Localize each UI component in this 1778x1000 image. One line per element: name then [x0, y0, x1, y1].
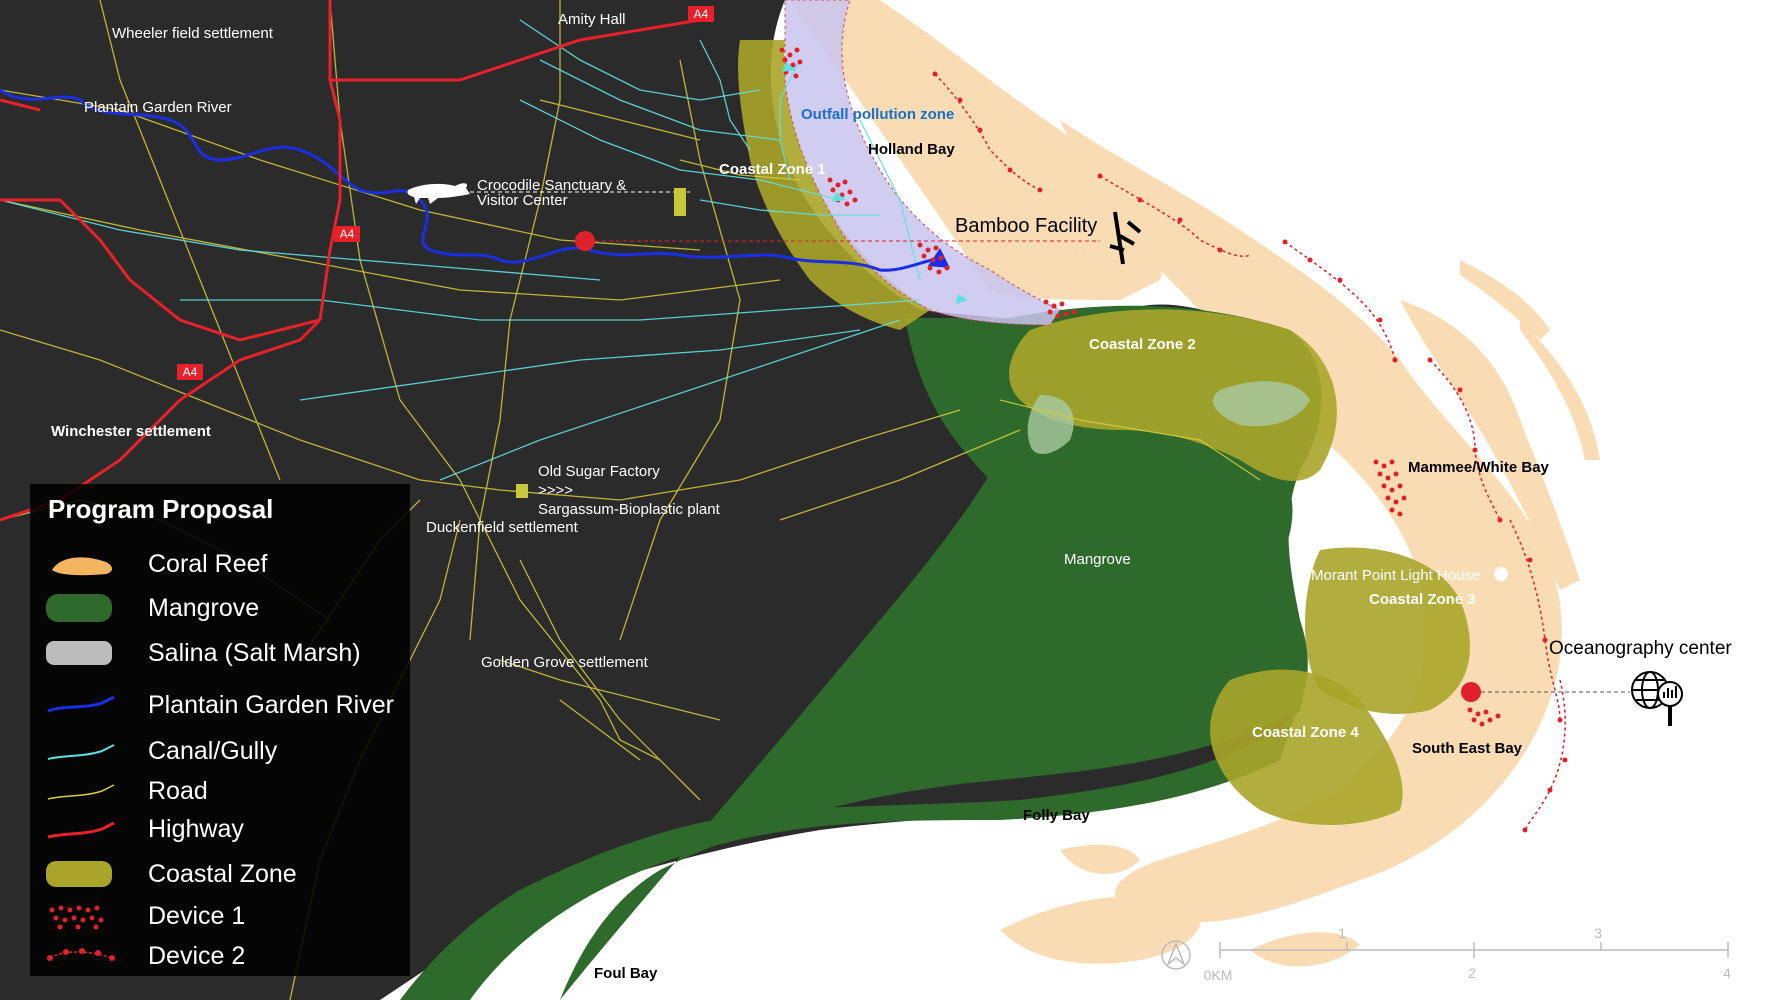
legend-item-canal: Canal/Gully — [30, 731, 410, 771]
legend-label: Mangrove — [148, 594, 260, 622]
legend-item-device2: Device 2 — [30, 936, 410, 976]
map-label: Oceanography center — [1549, 638, 1732, 659]
sugar-factory-marker — [516, 484, 528, 498]
river-line — [47, 695, 115, 713]
map-label: South East Bay — [1412, 740, 1523, 757]
map-label: Coastal Zone 1 — [719, 161, 826, 178]
map-label: Visitor Center — [477, 192, 568, 209]
scale-label: 2 — [1468, 965, 1476, 981]
map-label: Plantain Garden River — [84, 99, 232, 116]
map-label: Wheeler field settlement — [112, 25, 274, 42]
highway-badge: A4 — [177, 364, 203, 380]
scale-label: 1 — [1338, 925, 1346, 941]
legend-item-coral-reef: Coral Reef — [30, 544, 410, 584]
map-label: Bamboo Facility — [955, 215, 1097, 237]
map-label: Folly Bay — [1023, 807, 1090, 824]
legend-label: Device 2 — [148, 942, 246, 970]
highway-label: A4 — [694, 7, 709, 21]
legend-item-river: Plantain Garden River — [30, 685, 410, 725]
map-label: Coastal Zone 2 — [1089, 336, 1196, 353]
device2-chain — [47, 948, 115, 961]
canal-line — [47, 744, 115, 760]
map-label: Morant Point Light House — [1311, 567, 1480, 584]
device1-dots — [49, 905, 104, 930]
bamboo-source-marker — [575, 231, 595, 251]
legend-item-coastal-zone: Coastal Zone — [30, 854, 410, 894]
highway-label: A4 — [340, 227, 355, 241]
legend-label: Plantain Garden River — [148, 691, 394, 719]
map-label: Mangrove — [1064, 551, 1131, 568]
lighthouse-marker — [1494, 567, 1508, 581]
map-label: Coastal Zone 4 — [1252, 724, 1359, 741]
highway-line — [47, 821, 115, 839]
map-label: Outfall pollution zone — [801, 106, 954, 123]
legend-label: Road — [148, 777, 208, 805]
crocodile-sanctuary-marker — [674, 188, 686, 216]
legend-item-device1: Device 1 — [30, 896, 410, 936]
mangrove-swatch — [46, 594, 112, 622]
coral-reef-swatch — [52, 557, 112, 576]
legend-item-highway: Highway — [30, 809, 410, 849]
map-label: Winchester settlement — [51, 423, 211, 440]
highway-badge: A4 — [334, 226, 360, 242]
oceanography-marker — [1461, 682, 1481, 702]
legend-label: Device 1 — [148, 902, 246, 930]
legend-item-road: Road — [30, 771, 410, 811]
map-label: Old Sugar Factory — [538, 463, 660, 480]
scale-label: 3 — [1594, 925, 1602, 941]
map-label: Amity Hall — [558, 11, 626, 28]
legend-label: Highway — [148, 815, 244, 843]
map-label: Coastal Zone 3 — [1369, 591, 1476, 608]
map-label: Duckenfield settlement — [426, 519, 579, 536]
highway-badge: A4 — [688, 6, 714, 22]
map-label: Mammee/White Bay — [1408, 459, 1550, 476]
scale-label: 4 — [1723, 965, 1731, 981]
legend-title: Program Proposal — [48, 494, 274, 524]
legend-label: Coastal Zone — [148, 860, 297, 888]
map-label: Sargassum-Bioplastic plant — [538, 501, 721, 518]
legend-label: Canal/Gully — [148, 737, 278, 765]
highway-label: A4 — [183, 365, 198, 379]
map-label: Foul Bay — [594, 965, 658, 982]
map-label: >>>> — [538, 482, 573, 499]
map-label: Golden Grove settlement — [481, 654, 649, 671]
legend-label: Coral Reef — [148, 550, 268, 578]
salina-swatch — [46, 641, 112, 665]
legend-label: Salina (Salt Marsh) — [148, 639, 361, 667]
map-label: Holland Bay — [868, 141, 955, 158]
legend-item-salina: Salina (Salt Marsh) — [30, 633, 410, 673]
legend-item-mangrove: Mangrove — [30, 588, 410, 628]
legend-panel: Program Proposal Coral Reef Mangrove Sal… — [30, 484, 410, 976]
scale-label: 0KM — [1204, 967, 1233, 983]
coastal-zone-swatch — [46, 861, 112, 887]
road-line — [47, 784, 115, 800]
